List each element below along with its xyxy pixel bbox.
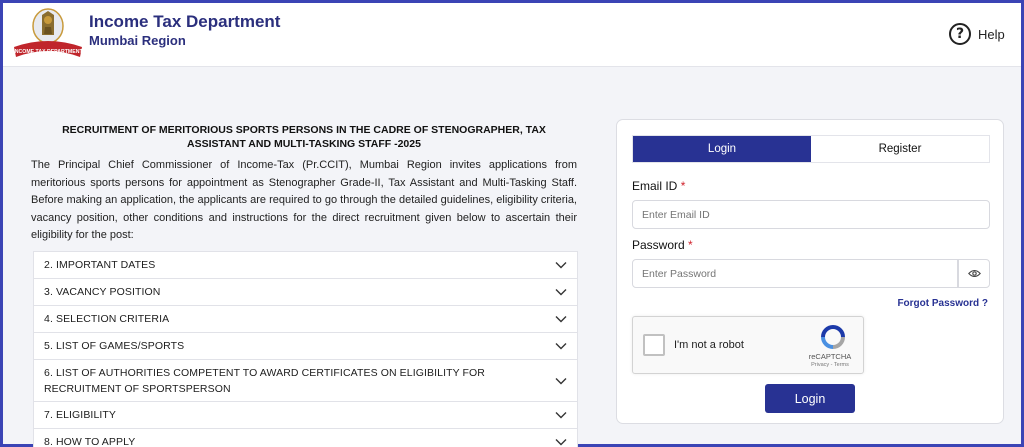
login-card: Login Register Email ID * Password * For…	[616, 119, 1004, 424]
chevron-down-icon	[555, 262, 567, 269]
accordion-label: 4. SELECTION CRITERIA	[44, 313, 170, 325]
recaptcha-widget: I'm not a robot reCAPTCHA Privacy - Term…	[632, 316, 864, 374]
accordion-label: 5. LIST OF GAMES/SPORTS	[44, 340, 185, 352]
recruitment-intro: The Principal Chief Commissioner of Inco…	[31, 159, 577, 241]
toggle-password-visibility[interactable]	[958, 259, 990, 288]
password-input[interactable]	[632, 259, 958, 288]
recaptcha-label: I'm not a robot	[674, 339, 744, 351]
accordion-item-eligibility[interactable]: 7. ELIGIBILITY	[33, 401, 578, 428]
password-label: Password *	[632, 238, 693, 252]
accordion-label: 8. HOW TO APPLY	[44, 436, 136, 447]
password-field-group	[632, 259, 990, 289]
recruitment-title: RECRUITMENT OF MERITORIOUS SPORTS PERSON…	[62, 124, 546, 150]
emblem-logo[interactable]: INCOME TAX DEPARTMENT	[12, 7, 84, 61]
chevron-down-icon	[555, 439, 567, 446]
accordion-item-selection-criteria[interactable]: 4. SELECTION CRITERIA	[33, 305, 578, 332]
tab-register[interactable]: Register	[811, 136, 989, 162]
svg-text:INCOME TAX DEPARTMENT: INCOME TAX DEPARTMENT	[13, 49, 83, 55]
recaptcha-links[interactable]: Privacy - Terms	[801, 362, 859, 368]
forgot-password-link[interactable]: Forgot Password ?	[897, 298, 988, 309]
recruitment-info: RECRUITMENT OF MERITORIOUS SPORTS PERSON…	[31, 123, 577, 245]
email-label: Email ID *	[632, 179, 685, 193]
recaptcha-brand: reCAPTCHA	[808, 352, 852, 361]
password-label-text: Password	[632, 238, 685, 252]
email-label-text: Email ID	[632, 179, 678, 193]
help-icon: ?	[949, 23, 971, 45]
site-header: INCOME TAX DEPARTMENT Income Tax Departm…	[3, 3, 1021, 67]
accordion-label: 7. ELIGIBILITY	[44, 409, 117, 421]
chevron-down-icon	[555, 343, 567, 350]
accordion-label: 6. LIST OF AUTHORITIES COMPETENT TO AWAR…	[44, 366, 485, 395]
accordion-item-vacancy-position[interactable]: 3. VACANCY POSITION	[33, 278, 578, 305]
chevron-down-icon	[555, 412, 567, 419]
accordion-label: 2. IMPORTANT DATES	[44, 259, 156, 271]
accordion-label: 3. VACANCY POSITION	[44, 286, 161, 298]
help-label: Help	[978, 26, 1005, 42]
login-submit-button[interactable]: Login	[765, 384, 855, 413]
recaptcha-logo-icon	[821, 325, 845, 349]
chevron-down-icon	[555, 316, 567, 323]
guidelines-accordion: 2. IMPORTANT DATES 3. VACANCY POSITION 4…	[33, 251, 578, 447]
accordion-item-how-to-apply[interactable]: 8. HOW TO APPLY	[33, 428, 578, 447]
chevron-down-icon	[555, 377, 567, 384]
eye-icon	[967, 269, 981, 278]
accordion-item-games-sports[interactable]: 5. LIST OF GAMES/SPORTS	[33, 332, 578, 359]
help-button[interactable]: ? Help	[949, 21, 1005, 47]
accordion-item-competent-authorities[interactable]: 6. LIST OF AUTHORITIES COMPETENT TO AWAR…	[33, 359, 578, 401]
required-mark: *	[688, 238, 693, 252]
chevron-down-icon	[555, 289, 567, 296]
accordion-item-important-dates[interactable]: 2. IMPORTANT DATES	[33, 251, 578, 278]
auth-tabs: Login Register	[632, 135, 990, 163]
region-subtitle: Mumbai Region	[89, 33, 186, 48]
required-mark: *	[680, 179, 686, 193]
email-input[interactable]	[632, 200, 990, 229]
recaptcha-checkbox[interactable]	[643, 334, 665, 356]
tab-login[interactable]: Login	[633, 136, 811, 162]
department-title: Income Tax Department	[89, 12, 281, 31]
